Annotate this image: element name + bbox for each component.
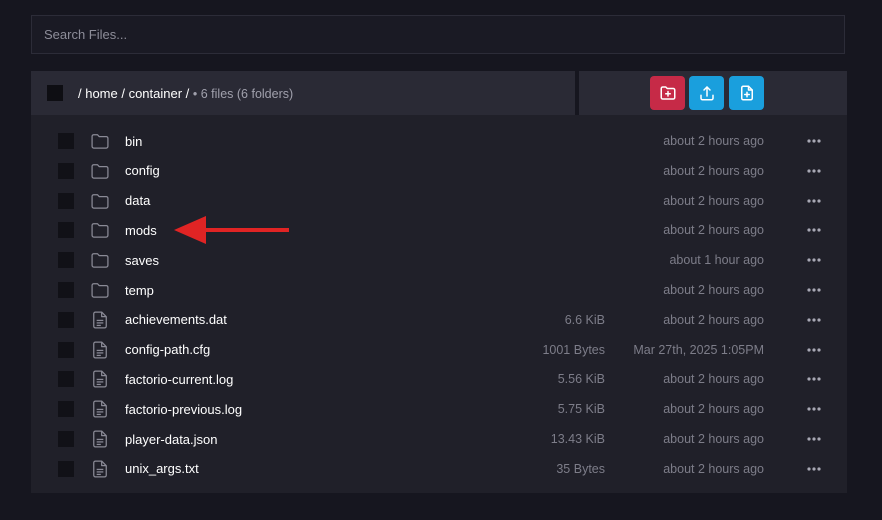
file-name[interactable]: temp: [125, 283, 154, 298]
file-row[interactable]: mods about 2 hours ago: [31, 215, 847, 245]
file-row[interactable]: unix_args.txt 35 Bytes about 2 hours ago: [31, 454, 847, 484]
search-input[interactable]: [31, 15, 845, 54]
row-checkbox[interactable]: [58, 133, 74, 149]
file-name[interactable]: factorio-current.log: [125, 372, 233, 387]
file-size: 5.56 KiB: [557, 372, 605, 387]
row-checkbox[interactable]: [58, 252, 74, 269]
file-name[interactable]: config: [125, 163, 160, 178]
folder-icon: [90, 161, 110, 181]
file-row[interactable]: saves about 1 hour ago: [31, 245, 847, 275]
file-modified: about 2 hours ago: [663, 163, 764, 178]
breadcrumb-bar: / home / container / • 6 files (6 folder…: [31, 71, 575, 115]
row-checkbox[interactable]: [58, 162, 74, 179]
file-list: bin about 2 hours ago config about 2 hou…: [31, 115, 847, 493]
file-modified: about 1 hour ago: [669, 253, 764, 268]
row-checkbox[interactable]: [58, 431, 74, 447]
file-modified: about 2 hours ago: [663, 432, 764, 446]
file-row[interactable]: config about 2 hours ago: [31, 156, 847, 186]
file-name[interactable]: factorio-previous.log: [125, 402, 242, 417]
more-options-icon[interactable]: [807, 374, 821, 384]
file-name[interactable]: data: [125, 193, 150, 208]
folder-icon: [90, 220, 110, 240]
file-name[interactable]: achievements.dat: [125, 312, 227, 327]
row-checkbox[interactable]: [58, 460, 74, 477]
folder-icon: [90, 131, 110, 151]
file-size: 13.43 KiB: [550, 432, 605, 446]
folder-icon: [90, 280, 110, 300]
row-checkbox[interactable]: [58, 401, 74, 418]
file-icon: [90, 459, 110, 479]
file-icon: [90, 399, 110, 419]
row-checkbox[interactable]: [58, 222, 74, 239]
file-modified: about 2 hours ago: [663, 402, 764, 417]
file-name[interactable]: bin: [125, 134, 142, 149]
file-modified: about 2 hours ago: [663, 134, 764, 148]
file-name[interactable]: player-data.json: [125, 432, 218, 447]
upload-button[interactable]: [689, 76, 724, 110]
folder-icon: [90, 250, 110, 270]
more-options-icon[interactable]: [807, 434, 821, 444]
row-checkbox[interactable]: [58, 311, 74, 328]
file-icon: [90, 340, 110, 360]
file-modified: about 2 hours ago: [663, 283, 764, 297]
row-checkbox[interactable]: [58, 192, 74, 209]
file-row[interactable]: factorio-current.log 5.56 KiB about 2 ho…: [31, 364, 847, 394]
more-options-icon[interactable]: [807, 166, 821, 176]
file-count: • 6 files (6 folders): [192, 86, 294, 101]
new-file-button[interactable]: [729, 76, 764, 110]
file-name[interactable]: saves: [125, 253, 159, 268]
file-name[interactable]: config-path.cfg: [125, 342, 210, 357]
file-row[interactable]: factorio-previous.log 5.75 KiB about 2 h…: [31, 394, 847, 424]
file-plus-icon: [740, 85, 753, 101]
file-row[interactable]: bin about 2 hours ago: [31, 126, 847, 156]
file-row[interactable]: player-data.json 13.43 KiB about 2 hours…: [31, 424, 847, 454]
file-modified: about 2 hours ago: [663, 223, 764, 238]
folder-icon: [90, 191, 110, 211]
more-options-icon[interactable]: [807, 196, 821, 206]
more-options-icon[interactable]: [807, 136, 821, 146]
file-icon: [90, 369, 110, 389]
file-modified: about 2 hours ago: [663, 312, 764, 327]
file-row[interactable]: temp about 2 hours ago: [31, 275, 847, 305]
file-row[interactable]: data about 2 hours ago: [31, 186, 847, 216]
select-all-checkbox[interactable]: [47, 85, 63, 101]
upload-icon: [699, 86, 714, 101]
file-icon: [90, 310, 110, 330]
red-arrow-icon: [174, 216, 289, 244]
row-checkbox[interactable]: [58, 282, 74, 298]
breadcrumb-path[interactable]: / home / container /: [78, 86, 189, 101]
breadcrumb: / home / container / • 6 files (6 folder…: [78, 86, 293, 101]
more-options-icon[interactable]: [807, 285, 821, 295]
file-modified: about 2 hours ago: [663, 372, 764, 387]
file-row[interactable]: config-path.cfg 1001 Bytes Mar 27th, 202…: [31, 335, 847, 365]
file-size: 6.6 KiB: [564, 312, 605, 327]
file-modified: Mar 27th, 2025 1:05PM: [633, 342, 764, 357]
file-size: 35 Bytes: [556, 461, 605, 476]
new-folder-button[interactable]: [650, 76, 685, 110]
file-name[interactable]: mods: [125, 223, 157, 238]
row-checkbox[interactable]: [58, 341, 74, 358]
file-size: 5.75 KiB: [557, 402, 605, 417]
more-options-icon[interactable]: [807, 345, 821, 355]
more-options-icon[interactable]: [807, 255, 821, 265]
file-name[interactable]: unix_args.txt: [125, 461, 199, 476]
file-row[interactable]: achievements.dat 6.6 KiB about 2 hours a…: [31, 305, 847, 335]
row-checkbox[interactable]: [58, 371, 74, 388]
folder-plus-icon: [660, 86, 675, 100]
more-options-icon[interactable]: [807, 464, 821, 474]
file-modified: about 2 hours ago: [663, 461, 764, 476]
file-modified: about 2 hours ago: [663, 193, 764, 208]
more-options-icon[interactable]: [807, 225, 821, 235]
file-icon: [90, 429, 110, 449]
more-options-icon[interactable]: [807, 315, 821, 325]
file-size: 1001 Bytes: [542, 342, 605, 357]
toolbar: [579, 71, 847, 115]
more-options-icon[interactable]: [807, 404, 821, 414]
